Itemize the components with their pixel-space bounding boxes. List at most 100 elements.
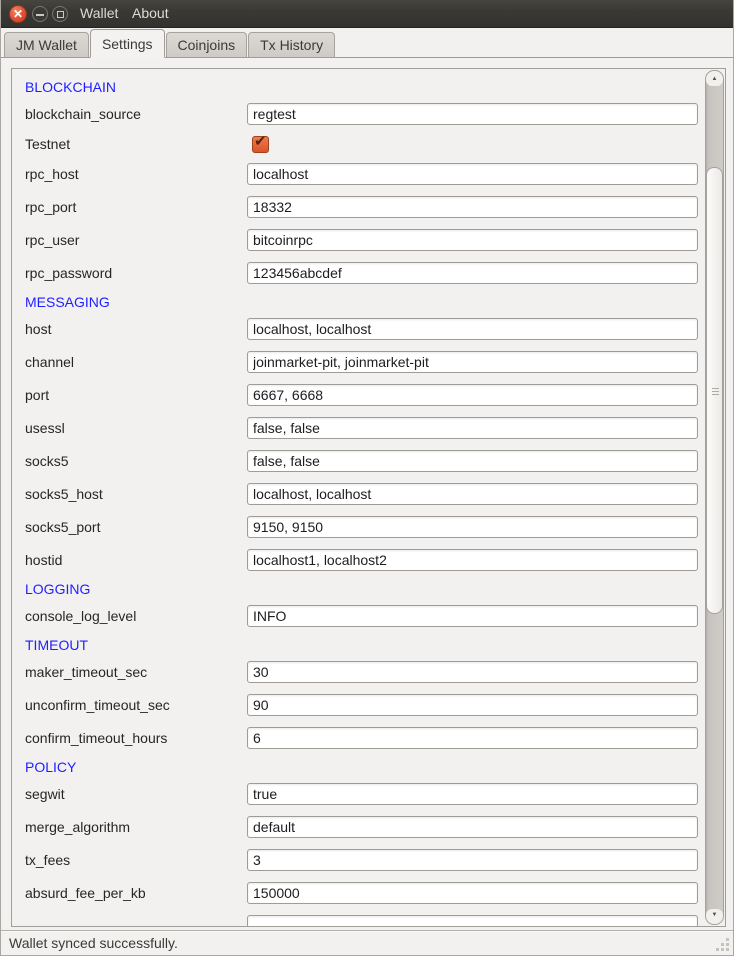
scrollbar-thumb[interactable] (706, 167, 723, 614)
settings-row: segwit (25, 783, 706, 816)
settings-row: port (25, 384, 706, 417)
field-label: host (25, 318, 247, 340)
settings-row: confirm_timeout_hours (25, 727, 706, 760)
tab-coinjoins[interactable]: Coinjoins (166, 32, 248, 57)
minimize-icon (36, 14, 44, 16)
section-header: BLOCKCHAIN (25, 80, 116, 95)
input-maker_timeout_sec[interactable] (247, 661, 698, 683)
settings-row: rpc_password (25, 262, 706, 295)
input-merge_algorithm[interactable] (247, 816, 698, 838)
input-blockchain_source[interactable] (247, 103, 698, 125)
input-socks5_host[interactable] (247, 483, 698, 505)
field-label: unconfirm_timeout_sec (25, 694, 247, 716)
app-window: ✕ Wallet About JM Wallet Settings Coinjo… (0, 0, 734, 956)
vertical-scrollbar[interactable]: ▲ ▼ (705, 70, 724, 925)
field-label: socks5 (25, 450, 247, 472)
input-unconfirm_timeout_sec[interactable] (247, 694, 698, 716)
settings-row: rpc_user (25, 229, 706, 262)
input-segwit[interactable] (247, 783, 698, 805)
input-rpc_port[interactable] (247, 196, 698, 218)
settings-rows: BLOCKCHAIN blockchain_source Testnet ✔ rpc_h… (12, 69, 706, 927)
input-hostid[interactable] (247, 549, 698, 571)
field-label: absurd_fee_per_kb (25, 882, 247, 904)
input-usessl[interactable] (247, 417, 698, 439)
field-label: rpc_port (25, 196, 247, 218)
settings-row: blockchain_source (25, 103, 706, 136)
settings-row: rpc_host (25, 163, 706, 196)
settings-row: Testnet ✔ (25, 136, 706, 163)
section-row: MESSAGING (25, 295, 706, 318)
field-label: maker_timeout_sec (25, 661, 247, 683)
settings-row: console_log_level (25, 605, 706, 638)
settings-row: rpc_port (25, 196, 706, 229)
section-row: TIMEOUT (25, 638, 706, 661)
settings-row: absurd_fee_per_kb (25, 882, 706, 915)
field-label: channel (25, 351, 247, 373)
section-row: LOGGING (25, 582, 706, 605)
input-socks5[interactable] (247, 450, 698, 472)
input-tx_fees[interactable] (247, 849, 698, 871)
input-confirm_timeout_hours[interactable] (247, 727, 698, 749)
settings-row: hostid (25, 549, 706, 582)
maximize-button[interactable] (52, 6, 68, 22)
section-header: POLICY (25, 760, 76, 775)
input-rpc_password[interactable] (247, 262, 698, 284)
field-label: usessl (25, 417, 247, 439)
field-label: rpc_password (25, 262, 247, 284)
resize-grip[interactable] (721, 943, 724, 946)
tab-settings[interactable]: Settings (90, 29, 165, 58)
section-row: BLOCKCHAIN (25, 80, 706, 103)
titlebar: ✕ Wallet About (1, 0, 733, 28)
settings-row (25, 915, 706, 927)
settings-row: usessl (25, 417, 706, 450)
tab-jm-wallet[interactable]: JM Wallet (4, 32, 89, 57)
settings-scroll-area: BLOCKCHAIN blockchain_source Testnet ✔ rpc_h… (11, 68, 726, 927)
field-label: tx_fees (25, 849, 247, 871)
settings-row: merge_algorithm (25, 816, 706, 849)
field-label: segwit (25, 783, 247, 805)
scroll-up-icon: ▲ (712, 76, 718, 82)
settings-row: maker_timeout_sec (25, 661, 706, 694)
input-partial[interactable] (247, 915, 698, 927)
field-label: rpc_user (25, 229, 247, 251)
field-label: Testnet (25, 136, 247, 153)
scrollbar-grip-icon (712, 391, 719, 392)
scroll-up-button[interactable]: ▲ (706, 71, 723, 86)
input-console_log_level[interactable] (247, 605, 698, 627)
maximize-icon (57, 11, 64, 18)
menu-about[interactable]: About (132, 0, 169, 28)
minimize-button[interactable] (32, 6, 48, 22)
tab-bar: JM Wallet Settings Coinjoins Tx History (1, 28, 733, 58)
input-host[interactable] (247, 318, 698, 340)
section-row: POLICY (25, 760, 706, 783)
scroll-down-button[interactable]: ▼ (706, 909, 723, 924)
close-button[interactable]: ✕ (9, 5, 27, 23)
field-label: hostid (25, 549, 247, 571)
settings-row: socks5_host (25, 483, 706, 516)
checkbox-testnet[interactable]: ✔ (252, 136, 269, 153)
input-rpc_user[interactable] (247, 229, 698, 251)
field-label: socks5_host (25, 483, 247, 505)
field-label: console_log_level (25, 605, 247, 627)
field-label: blockchain_source (25, 103, 247, 125)
tab-tx-history[interactable]: Tx History (248, 32, 335, 57)
settings-row: socks5 (25, 450, 706, 483)
settings-row: socks5_port (25, 516, 706, 549)
settings-row: tx_fees (25, 849, 706, 882)
field-label: rpc_host (25, 163, 247, 185)
section-header: LOGGING (25, 582, 90, 597)
input-socks5_port[interactable] (247, 516, 698, 538)
settings-pane: BLOCKCHAIN blockchain_source Testnet ✔ rpc_h… (1, 58, 733, 930)
input-rpc_host[interactable] (247, 163, 698, 185)
field-label: merge_algorithm (25, 816, 247, 838)
section-header: MESSAGING (25, 295, 110, 310)
settings-row: host (25, 318, 706, 351)
section-header: TIMEOUT (25, 638, 88, 653)
menu-wallet[interactable]: Wallet (80, 0, 118, 28)
input-absurd_fee_per_kb[interactable] (247, 882, 698, 904)
status-message: Wallet synced successfully. (9, 935, 178, 951)
input-port[interactable] (247, 384, 698, 406)
status-bar: Wallet synced successfully. (1, 930, 733, 955)
input-channel[interactable] (247, 351, 698, 373)
scroll-down-icon: ▼ (712, 912, 718, 918)
